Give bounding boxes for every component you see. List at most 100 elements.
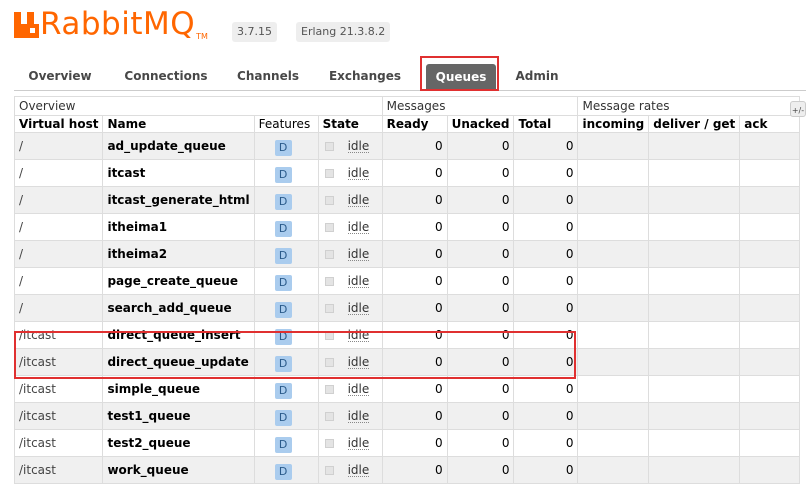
row-unacked: 0 bbox=[446, 456, 515, 484]
row-ack-rate bbox=[739, 321, 801, 349]
queue-name-link[interactable]: itheima1 bbox=[102, 213, 255, 241]
row-state: idle bbox=[347, 165, 370, 180]
durable-feature-badge: D bbox=[274, 356, 292, 372]
queue-name-link[interactable]: direct_queue_insert bbox=[102, 321, 255, 349]
tab-exchanges[interactable]: Exchanges bbox=[324, 62, 406, 90]
tab-channels[interactable]: Channels bbox=[232, 62, 304, 90]
row-total: 0 bbox=[513, 402, 579, 430]
row-ready: 0 bbox=[381, 213, 448, 241]
state-indicator-icon bbox=[324, 168, 334, 178]
column-header-name[interactable]: Name bbox=[102, 115, 255, 133]
table-row: / itheima1 D idle 0 0 0 bbox=[13, 213, 801, 241]
table-row: /itcast test2_queue D idle 0 0 0 bbox=[13, 429, 801, 457]
table-row: /itcast simple_queue D idle 0 0 0 bbox=[13, 375, 801, 403]
row-incoming-rate bbox=[577, 375, 650, 403]
row-deliver-rate bbox=[648, 348, 741, 376]
column-header-state[interactable]: State bbox=[317, 115, 383, 133]
rabbitmq-logo[interactable]: RabbitMQ TM bbox=[14, 6, 208, 46]
column-header-unacked[interactable]: Unacked bbox=[446, 115, 515, 133]
row-deliver-rate bbox=[648, 267, 741, 295]
table-row: /itcast direct_queue_update D idle 0 0 0 bbox=[13, 348, 801, 376]
row-unacked: 0 bbox=[446, 429, 515, 457]
table-row: / itcast D idle 0 0 0 bbox=[13, 159, 801, 187]
row-vhost: /itcast bbox=[13, 429, 104, 457]
table-row: / itheima2 D idle 0 0 0 bbox=[13, 240, 801, 268]
queue-name-link[interactable]: direct_queue_update bbox=[102, 348, 255, 376]
queue-name-link[interactable]: itcast bbox=[102, 159, 255, 187]
state-indicator-icon bbox=[324, 222, 334, 232]
state-indicator-icon bbox=[324, 465, 334, 475]
row-incoming-rate bbox=[577, 159, 650, 187]
row-deliver-rate bbox=[648, 240, 741, 268]
row-total: 0 bbox=[513, 267, 579, 295]
row-state: idle bbox=[347, 327, 370, 342]
table-row: /itcast direct_queue_insert D idle 0 0 0 bbox=[13, 321, 801, 349]
table-row: / itcast_generate_html D idle 0 0 0 bbox=[13, 186, 801, 214]
row-deliver-rate bbox=[648, 294, 741, 322]
row-ack-rate bbox=[739, 402, 801, 430]
row-vhost: / bbox=[13, 240, 104, 268]
tab-queues[interactable]: Queues bbox=[426, 64, 496, 90]
column-header-virtual-host[interactable]: Virtual host bbox=[13, 115, 104, 133]
queue-name-link[interactable]: test1_queue bbox=[102, 402, 255, 430]
row-ready: 0 bbox=[381, 429, 448, 457]
row-state: idle bbox=[347, 138, 370, 153]
row-state: idle bbox=[347, 192, 370, 207]
queue-name-link[interactable]: ad_update_queue bbox=[102, 132, 255, 160]
tab-connections[interactable]: Connections bbox=[120, 62, 212, 90]
row-ready: 0 bbox=[381, 267, 448, 295]
toggle-columns-button[interactable]: +/- bbox=[790, 101, 806, 117]
state-indicator-icon bbox=[324, 141, 334, 151]
state-indicator-icon bbox=[324, 249, 334, 259]
durable-feature-badge: D bbox=[274, 140, 292, 156]
column-header-incoming[interactable]: incoming bbox=[577, 115, 650, 133]
row-ack-rate bbox=[739, 159, 801, 187]
row-vhost: / bbox=[13, 159, 104, 187]
row-vhost: / bbox=[13, 186, 104, 214]
column-header-ack[interactable]: ack bbox=[739, 115, 801, 133]
row-unacked: 0 bbox=[446, 240, 515, 268]
state-indicator-icon bbox=[324, 195, 334, 205]
row-ready: 0 bbox=[381, 375, 448, 403]
row-deliver-rate bbox=[648, 132, 741, 160]
queue-name-link[interactable]: itheima2 bbox=[102, 240, 255, 268]
queue-name-link[interactable]: test2_queue bbox=[102, 429, 255, 457]
row-unacked: 0 bbox=[446, 213, 515, 241]
durable-feature-badge: D bbox=[274, 275, 292, 291]
column-header-ready[interactable]: Ready bbox=[381, 115, 448, 133]
row-state: idle bbox=[347, 381, 370, 396]
row-ready: 0 bbox=[381, 456, 448, 484]
row-ready: 0 bbox=[381, 186, 448, 214]
tab-overview[interactable]: Overview bbox=[20, 62, 100, 90]
row-incoming-rate bbox=[577, 321, 650, 349]
row-vhost: / bbox=[13, 132, 104, 160]
row-state: idle bbox=[347, 273, 370, 288]
queue-name-link[interactable]: simple_queue bbox=[102, 375, 255, 403]
tab-admin[interactable]: Admin bbox=[512, 62, 562, 90]
row-ready: 0 bbox=[381, 402, 448, 430]
table-row: / page_create_queue D idle 0 0 0 bbox=[13, 267, 801, 295]
row-ack-rate bbox=[739, 429, 801, 457]
row-incoming-rate bbox=[577, 429, 650, 457]
durable-feature-badge: D bbox=[274, 383, 292, 399]
row-deliver-rate bbox=[648, 375, 741, 403]
durable-feature-badge: D bbox=[274, 221, 292, 237]
row-total: 0 bbox=[513, 321, 579, 349]
column-header-total[interactable]: Total bbox=[513, 115, 579, 133]
queue-name-link[interactable]: search_add_queue bbox=[102, 294, 255, 322]
queue-name-link[interactable]: work_queue bbox=[102, 456, 255, 484]
table-row: /itcast work_queue D idle 0 0 0 bbox=[13, 456, 801, 484]
queue-name-link[interactable]: page_create_queue bbox=[102, 267, 255, 295]
group-header-overview: Overview bbox=[14, 96, 383, 116]
row-unacked: 0 bbox=[446, 321, 515, 349]
row-state: idle bbox=[347, 462, 370, 477]
column-header-deliver-get[interactable]: deliver / get bbox=[648, 115, 741, 133]
row-ack-rate bbox=[739, 186, 801, 214]
group-header-messages: Messages bbox=[381, 96, 579, 116]
row-unacked: 0 bbox=[446, 132, 515, 160]
row-total: 0 bbox=[513, 294, 579, 322]
queue-name-link[interactable]: itcast_generate_html bbox=[102, 186, 255, 214]
column-header-features[interactable]: Features bbox=[253, 115, 319, 133]
queues-table: Overview Messages Message rates Virtual … bbox=[13, 96, 801, 484]
version-badge: 3.7.15 bbox=[232, 22, 277, 42]
